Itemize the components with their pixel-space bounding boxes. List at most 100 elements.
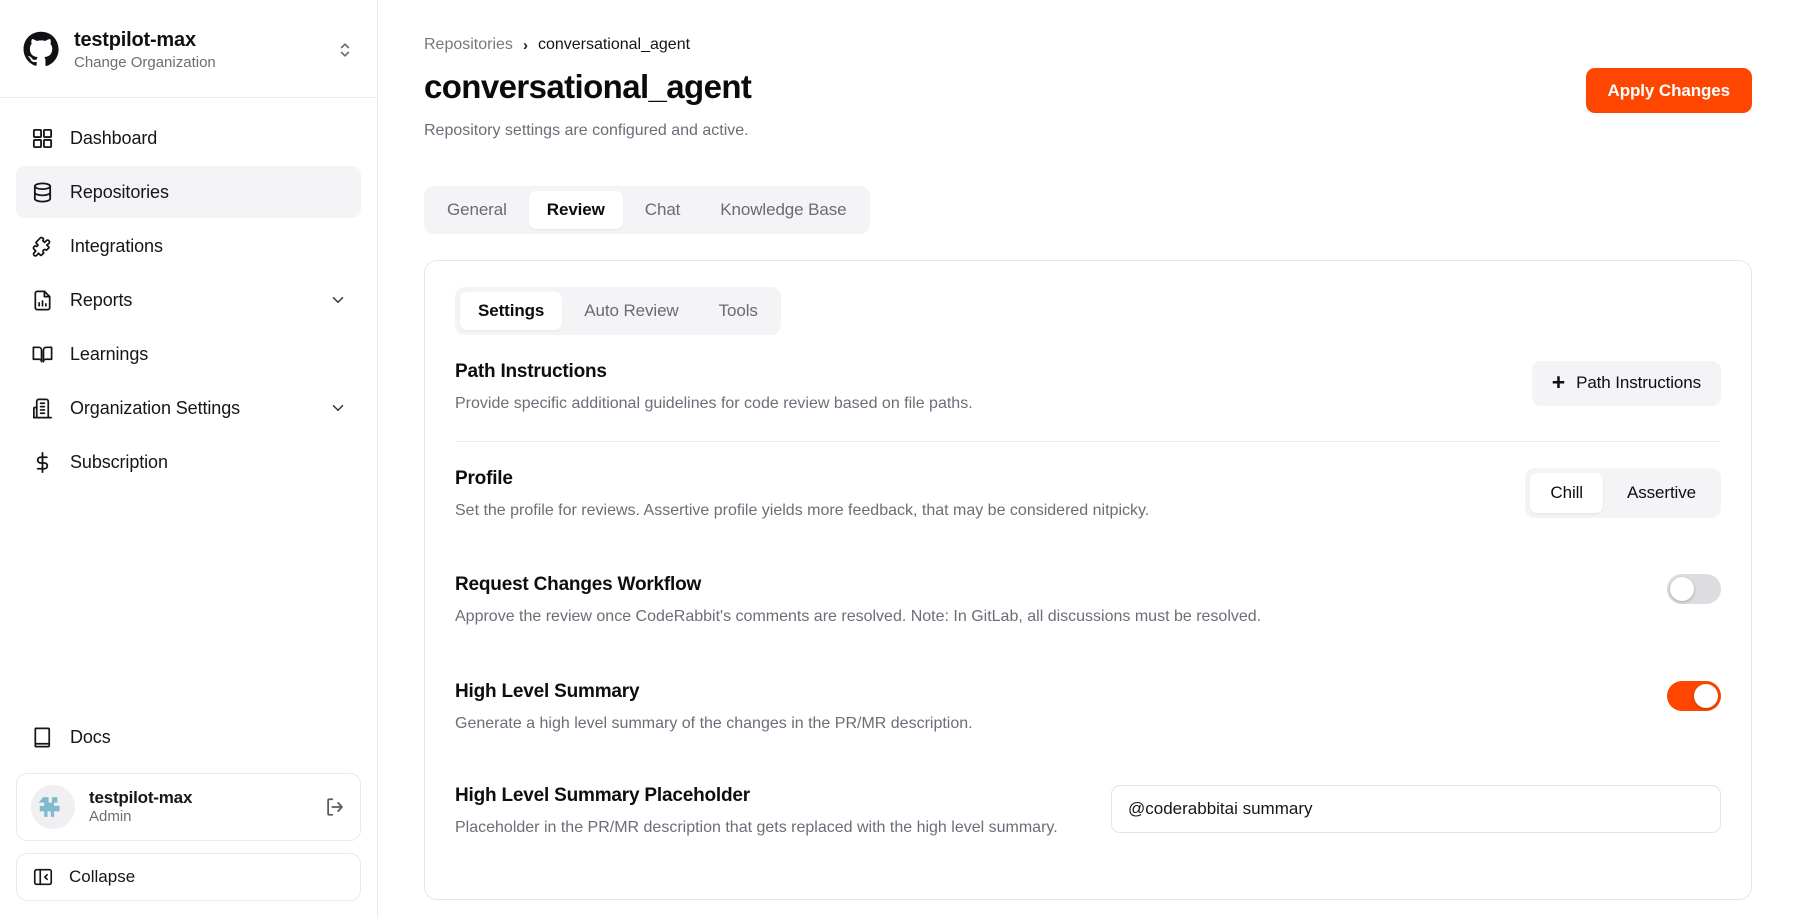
chevron-down-icon[interactable] bbox=[329, 291, 347, 309]
collapse-label: Collapse bbox=[69, 867, 136, 886]
page-header-text: conversational_agent Repository settings… bbox=[424, 68, 752, 140]
settings-tabs: General Review Chat Knowledge Base bbox=[424, 185, 870, 234]
breadcrumb-current: conversational_agent bbox=[537, 36, 691, 53]
sidebar-item-label: Reports bbox=[70, 289, 133, 310]
setting-text: High Level Summary Placeholder Placehold… bbox=[455, 785, 1071, 839]
setting-control: + Path Instructions bbox=[1531, 360, 1721, 406]
sidebar-item-label: Learnings bbox=[70, 343, 149, 364]
setting-row-high-level-summary: High Level Summary Generate a high level… bbox=[455, 655, 1721, 761]
user-text: testpilot-max Admin bbox=[89, 787, 310, 827]
high-level-summary-toggle[interactable] bbox=[1667, 680, 1721, 711]
setting-text: High Level Summary Generate a high level… bbox=[455, 681, 1627, 735]
sidebar-item-organization-settings[interactable]: Organization Settings bbox=[16, 382, 361, 434]
setting-title: Request Changes Workflow bbox=[455, 574, 702, 596]
user-role: Admin bbox=[89, 808, 132, 826]
setting-title: High Level Summary bbox=[455, 680, 640, 702]
breadcrumb-repositories[interactable]: Repositories bbox=[424, 36, 513, 54]
sidebar-item-docs[interactable]: Docs bbox=[16, 711, 361, 763]
org-text: testpilot-max Change Organization bbox=[74, 28, 321, 72]
sidebar-item-dashboard[interactable]: Dashboard bbox=[16, 112, 361, 164]
setting-title: Profile bbox=[455, 468, 513, 490]
avatar bbox=[31, 785, 75, 829]
setting-control bbox=[1667, 680, 1721, 711]
setting-row-path-instructions: Path Instructions Provide specific addit… bbox=[455, 335, 1721, 443]
user-card[interactable]: testpilot-max Admin bbox=[16, 773, 361, 841]
setting-description: Placeholder in the PR/MR description tha… bbox=[455, 818, 1058, 836]
logout-icon[interactable] bbox=[324, 796, 346, 818]
profile-option-chill[interactable]: Chill bbox=[1530, 473, 1603, 514]
setting-control bbox=[1667, 574, 1721, 605]
setting-description: Approve the review once CodeRabbit's com… bbox=[455, 608, 1262, 626]
review-settings-panel: Settings Auto Review Tools Path Instruct… bbox=[424, 259, 1752, 900]
page-title: conversational_agent bbox=[424, 68, 752, 105]
sidebar-footer: testpilot-max Admin Collapse bbox=[0, 773, 377, 917]
tab-chat[interactable]: Chat bbox=[627, 191, 699, 229]
toggle-knob bbox=[1694, 683, 1718, 708]
setting-row-profile: Profile Set the profile for reviews. Ass… bbox=[455, 442, 1721, 548]
main-inner: Repositories › conversational_agent conv… bbox=[378, 0, 1798, 900]
setting-text: Request Changes Workflow Approve the rev… bbox=[455, 574, 1627, 628]
setting-row-high-level-summary-placeholder: High Level Summary Placeholder Placehold… bbox=[455, 761, 1721, 865]
page-subtitle: Repository settings are configured and a… bbox=[424, 121, 749, 139]
high-level-summary-placeholder-input[interactable] bbox=[1111, 784, 1721, 833]
book-open-icon bbox=[30, 342, 54, 366]
sidebar-item-label: Integrations bbox=[70, 235, 163, 256]
sidebar-item-repositories[interactable]: Repositories bbox=[16, 166, 361, 218]
chevron-updown-icon[interactable] bbox=[335, 38, 355, 62]
org-switcher[interactable]: testpilot-max Change Organization bbox=[0, 0, 377, 98]
docs-section: Docs bbox=[0, 711, 377, 773]
profile-option-assertive[interactable]: Assertive bbox=[1607, 473, 1716, 513]
setting-control bbox=[1111, 784, 1721, 833]
toggle-knob bbox=[1670, 577, 1694, 602]
plus-icon: + bbox=[1551, 368, 1566, 395]
subtab-auto-review[interactable]: Auto Review bbox=[566, 292, 696, 330]
setting-text: Profile Set the profile for reviews. Ass… bbox=[455, 468, 1485, 522]
breadcrumb: Repositories › conversational_agent bbox=[424, 36, 1752, 54]
setting-row-request-changes-workflow: Request Changes Workflow Approve the rev… bbox=[455, 548, 1721, 654]
sidebar-item-label: Repositories bbox=[70, 181, 169, 202]
sidebar: testpilot-max Change Organization Dashbo… bbox=[0, 0, 378, 917]
profile-segmented-control: Chill Assertive bbox=[1525, 468, 1721, 519]
setting-description: Generate a high level summary of the cha… bbox=[455, 714, 973, 732]
tab-knowledge-base[interactable]: Knowledge Base bbox=[702, 191, 864, 229]
review-subtabs: Settings Auto Review Tools bbox=[455, 286, 781, 335]
sidebar-item-learnings[interactable]: Learnings bbox=[16, 328, 361, 380]
chevron-right-icon: › bbox=[522, 36, 528, 54]
panel-collapse-icon bbox=[31, 865, 55, 889]
puzzle-icon bbox=[30, 234, 54, 258]
sidebar-item-label: Docs bbox=[70, 726, 111, 747]
sidebar-item-integrations[interactable]: Integrations bbox=[16, 220, 361, 272]
sidebar-item-label: Organization Settings bbox=[70, 397, 240, 418]
main-content: Repositories › conversational_agent conv… bbox=[378, 0, 1798, 917]
setting-control: Chill Assertive bbox=[1525, 468, 1721, 519]
database-icon bbox=[30, 180, 54, 204]
chevron-down-icon[interactable] bbox=[329, 399, 347, 417]
collapse-sidebar-button[interactable]: Collapse bbox=[16, 853, 361, 901]
request-changes-workflow-toggle[interactable] bbox=[1667, 574, 1721, 605]
add-path-instructions-button[interactable]: + Path Instructions bbox=[1531, 360, 1721, 406]
sidebar-item-label: Subscription bbox=[70, 451, 168, 472]
sidebar-item-subscription[interactable]: Subscription bbox=[16, 436, 361, 488]
user-name: testpilot-max bbox=[89, 788, 193, 807]
app-root: testpilot-max Change Organization Dashbo… bbox=[0, 0, 1798, 917]
tab-general[interactable]: General bbox=[429, 191, 525, 229]
grid-icon bbox=[30, 126, 54, 150]
org-change-organization-label: Change Organization bbox=[74, 53, 216, 71]
sidebar-item-label: Dashboard bbox=[70, 127, 158, 148]
tab-review[interactable]: Review bbox=[528, 190, 623, 229]
apply-changes-button[interactable]: Apply Changes bbox=[1585, 68, 1752, 113]
setting-text: Path Instructions Provide specific addit… bbox=[455, 361, 1492, 415]
sidebar-item-reports[interactable]: Reports bbox=[16, 274, 361, 326]
setting-description: Provide specific additional guidelines f… bbox=[455, 394, 973, 412]
setting-title: Path Instructions bbox=[455, 360, 607, 382]
github-logo-icon bbox=[22, 31, 60, 69]
subtab-tools[interactable]: Tools bbox=[701, 292, 776, 330]
dollar-icon bbox=[30, 450, 54, 474]
building-icon bbox=[30, 396, 54, 420]
subtab-settings[interactable]: Settings bbox=[460, 291, 563, 330]
setting-description: Set the profile for reviews. Assertive p… bbox=[455, 502, 1150, 520]
page-header: conversational_agent Repository settings… bbox=[424, 68, 1752, 140]
sidebar-nav: Dashboard Repositories Integrations Repo… bbox=[0, 98, 377, 488]
report-chart-icon bbox=[30, 288, 54, 312]
